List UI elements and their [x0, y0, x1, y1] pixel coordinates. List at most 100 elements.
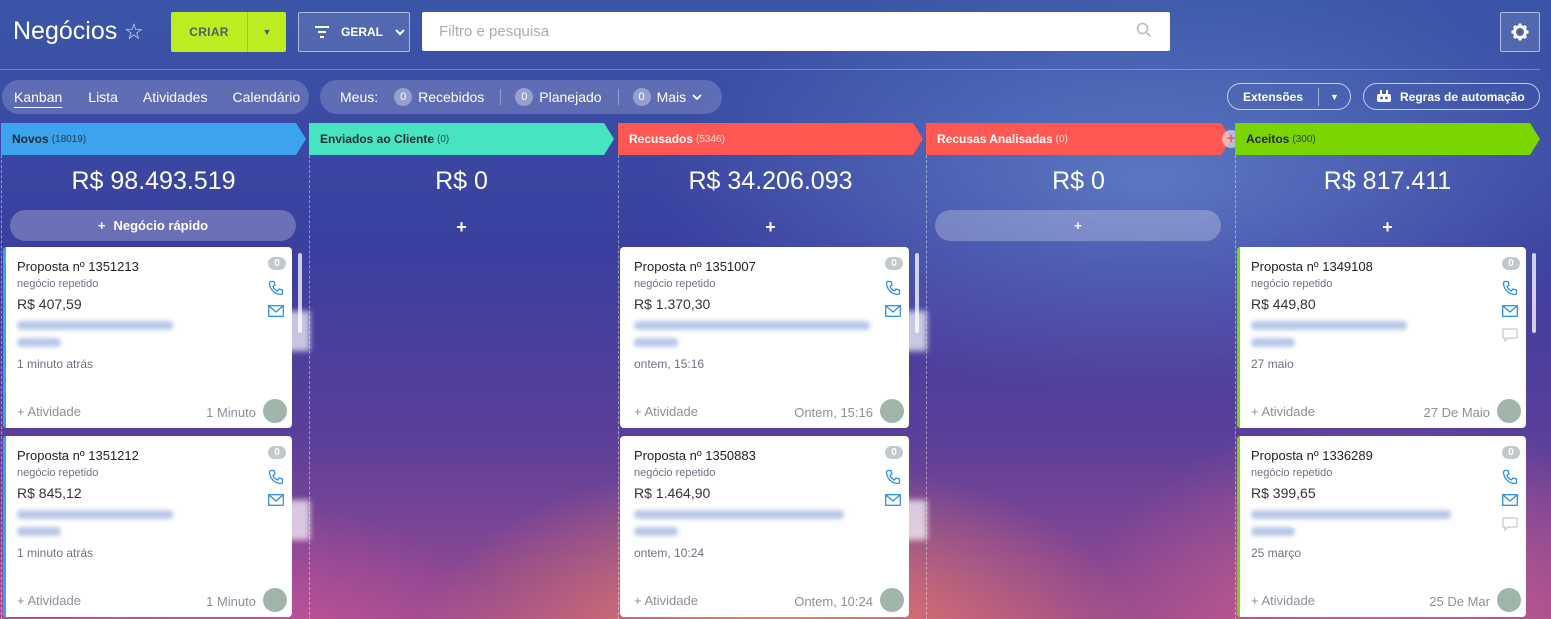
deal-card[interactable]: Proposta nº 1351007 negócio repetido R$ … — [620, 247, 927, 428]
tab-lista[interactable]: Lista — [88, 89, 118, 105]
blurred-client-name — [17, 510, 173, 519]
mail-icon[interactable] — [885, 305, 901, 317]
deal-card[interactable]: Proposta nº 1336289 negócio repetido R$ … — [1237, 436, 1526, 617]
add-deal-button[interactable]: + — [935, 210, 1221, 241]
tab-kanban[interactable]: Kanban — [14, 89, 62, 105]
add-activity-link[interactable]: + Atividade — [1251, 404, 1315, 419]
create-button-label[interactable]: CRIAR — [171, 25, 247, 39]
deal-card[interactable]: Proposta nº 1349108 negócio repetido R$ … — [1237, 247, 1526, 428]
deal-subtitle: negócio repetido — [634, 278, 716, 290]
deal-title[interactable]: Proposta nº 1351007 — [634, 259, 756, 274]
blurred-client-name — [17, 338, 61, 347]
deal-title[interactable]: Proposta nº 1349108 — [1251, 259, 1373, 274]
create-button[interactable]: CRIAR ▼ — [171, 12, 286, 52]
blurred-client-name — [1251, 321, 1407, 330]
counter-mais[interactable]: 0 Mais — [632, 88, 719, 106]
deal-date: 1 Minuto — [206, 594, 256, 609]
phone-icon[interactable] — [1502, 280, 1518, 296]
chat-icon[interactable] — [1502, 517, 1518, 531]
deal-date: 27 De Maio — [1423, 405, 1490, 420]
deal-subtitle: negócio repetido — [1251, 278, 1333, 290]
phone-icon[interactable] — [268, 280, 284, 296]
settings-button[interactable] — [1500, 12, 1540, 52]
avatar[interactable] — [1497, 588, 1521, 612]
add-deal-button[interactable]: + — [618, 217, 923, 238]
add-deal-button[interactable]: + — [309, 217, 614, 238]
count-badge: 0 — [885, 446, 903, 459]
deal-price: R$ 449,80 — [1251, 296, 1316, 312]
mail-icon[interactable] — [1502, 305, 1518, 317]
deal-card[interactable]: Proposta nº 1350883 negócio repetido R$ … — [620, 436, 927, 617]
automation-rules-button[interactable]: Regras de automação — [1363, 83, 1540, 110]
deal-price: R$ 407,59 — [17, 296, 82, 312]
stage-header-aceitos[interactable]: Aceitos (300) — [1235, 123, 1540, 155]
stage-count: (0) — [437, 133, 450, 145]
avatar[interactable] — [880, 399, 904, 423]
kanban-column-recusados: Recusados (5346) R$ 34.206.093 + Propost… — [618, 123, 927, 619]
tab-calendario[interactable]: Calendário — [232, 89, 300, 105]
deal-title[interactable]: Proposta nº 1351212 — [17, 448, 139, 463]
mail-icon[interactable] — [268, 494, 284, 506]
mail-icon[interactable] — [1502, 494, 1518, 506]
add-deal-button[interactable]: + — [1235, 217, 1540, 238]
add-activity-link[interactable]: + Atividade — [1251, 593, 1315, 608]
deal-title[interactable]: Proposta nº 1350883 — [634, 448, 756, 463]
stage-header-recusas-analisadas[interactable]: Recusas Analisadas (0) — [926, 123, 1231, 155]
counter-label: Planejado — [539, 89, 602, 105]
blurred-client-name — [634, 527, 678, 536]
avatar[interactable] — [263, 399, 287, 423]
column-scrollbar[interactable] — [1532, 253, 1536, 333]
search-input[interactable] — [422, 12, 1170, 51]
quick-deal-button[interactable]: + Negócio rápido — [10, 210, 296, 241]
deal-card[interactable]: Proposta nº 1351212 negócio repetido R$ … — [3, 436, 310, 617]
blurred-client-name — [17, 527, 61, 536]
deal-subtitle: negócio repetido — [634, 467, 716, 479]
header-divider — [0, 69, 1540, 70]
chevron-down-icon[interactable]: ▼ — [1319, 92, 1350, 102]
stage-header-recusados[interactable]: Recusados (5346) — [618, 123, 923, 155]
search-icon[interactable] — [1136, 22, 1152, 38]
add-activity-link[interactable]: + Atividade — [17, 593, 81, 608]
mail-icon[interactable] — [268, 305, 284, 317]
star-icon[interactable]: ☆ — [124, 19, 144, 45]
column-scrollbar[interactable] — [298, 253, 302, 333]
stage-name: Recusados — [629, 132, 694, 146]
kanban-column-enviados: Enviados ao Cliente (0) R$ 0 + — [309, 123, 614, 619]
deal-time: ontem, 10:24 — [634, 546, 705, 560]
view-switcher: Kanban Lista Atividades Calendário — [2, 80, 309, 114]
blurred-client-name — [1251, 527, 1295, 536]
deal-time: 27 maio — [1251, 357, 1294, 371]
stage-header-enviados[interactable]: Enviados ao Cliente (0) — [309, 123, 614, 155]
phone-icon[interactable] — [885, 469, 901, 485]
deal-card[interactable]: Proposta nº 1351213 negócio repetido R$ … — [3, 247, 310, 428]
tab-atividades[interactable]: Atividades — [143, 89, 208, 105]
automation-rules-label: Regras de automação — [1400, 89, 1525, 104]
filter-preset-button[interactable]: GERAL — [298, 12, 410, 52]
add-activity-link[interactable]: + Atividade — [634, 593, 698, 608]
chat-icon[interactable] — [1502, 328, 1518, 342]
deal-date: 25 De Mar — [1429, 594, 1490, 609]
avatar[interactable] — [263, 588, 287, 612]
stage-header-novos[interactable]: Novos (18019) — [1, 123, 306, 155]
extensions-button[interactable]: Extensões ▼ — [1227, 83, 1351, 110]
count-badge: 0 — [1502, 257, 1520, 270]
counter-planejado[interactable]: 0 Planejado — [515, 88, 617, 106]
add-activity-link[interactable]: + Atividade — [634, 404, 698, 419]
deal-price: R$ 1.464,90 — [634, 485, 711, 501]
column-scrollbar[interactable] — [915, 253, 919, 333]
counter-recebidos[interactable]: 0 Recebidos — [394, 88, 500, 106]
filter-icon — [315, 26, 329, 38]
deal-price: R$ 399,65 — [1251, 485, 1316, 501]
avatar[interactable] — [1497, 399, 1521, 423]
phone-icon[interactable] — [885, 280, 901, 296]
top-bar: Negócios ☆ CRIAR ▼ GERAL — [0, 0, 1551, 66]
deal-title[interactable]: Proposta nº 1351213 — [17, 259, 139, 274]
deal-time: 1 minuto atrás — [17, 357, 94, 371]
phone-icon[interactable] — [1502, 469, 1518, 485]
avatar[interactable] — [880, 588, 904, 612]
add-activity-link[interactable]: + Atividade — [17, 404, 81, 419]
phone-icon[interactable] — [268, 469, 284, 485]
deal-title[interactable]: Proposta nº 1336289 — [1251, 448, 1373, 463]
mail-icon[interactable] — [885, 494, 901, 506]
chevron-down-icon[interactable]: ▼ — [248, 27, 286, 37]
